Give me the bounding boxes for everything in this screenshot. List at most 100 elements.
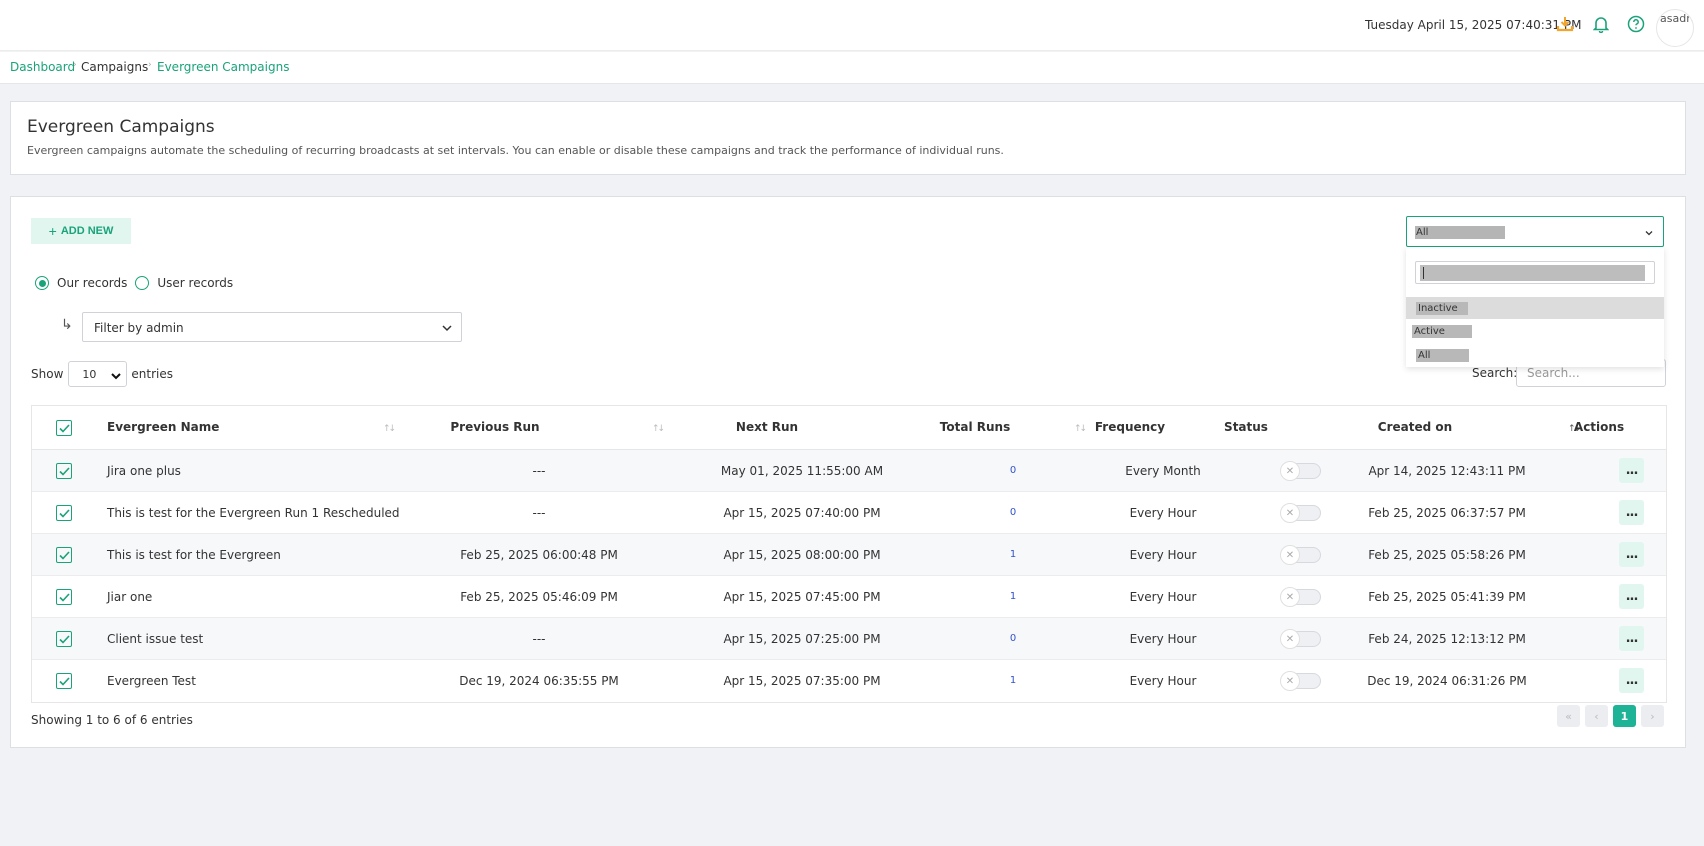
entries-label: entries <box>131 367 173 381</box>
cell-frequency: Every Hour <box>1129 590 1197 604</box>
table-header: Evergreen Name ↑↓ Previous Run ↑↓ Next R… <box>32 406 1666 450</box>
table-row: Jiar one Feb 25, 2025 05:46:09 PM Apr 15… <box>32 576 1666 618</box>
bell-icon[interactable] <box>1591 14 1611 34</box>
table-row: Jira one plus --- May 01, 2025 11:55:00 … <box>32 450 1666 492</box>
actions-button[interactable]: ... <box>1619 458 1644 483</box>
cell-frequency: Every Hour <box>1129 548 1197 562</box>
evergreen-table: Evergreen Name ↑↓ Previous Run ↑↓ Next R… <box>31 405 1667 703</box>
status-toggle[interactable]: ✕ <box>1280 587 1321 607</box>
cell-previous-run: --- <box>532 632 546 646</box>
status-toggle[interactable]: ✕ <box>1280 671 1321 691</box>
cell-created-on: Feb 25, 2025 06:37:57 PM <box>1368 506 1526 520</box>
breadcrumb-separator: › <box>148 60 152 70</box>
radio-user-records[interactable] <box>135 276 150 290</box>
table-row: This is test for the Evergreen Run 1 Res… <box>32 492 1666 534</box>
status-toggle[interactable]: ✕ <box>1280 461 1321 481</box>
cell-total-runs[interactable]: 1 <box>1010 675 1016 686</box>
toggle-off-icon: ✕ <box>1280 503 1300 523</box>
cell-created-on: Feb 25, 2025 05:41:39 PM <box>1368 590 1526 604</box>
show-label: Show <box>31 367 64 381</box>
cell-previous-run: Dec 19, 2024 06:35:55 PM <box>459 674 619 688</box>
status-toggle[interactable]: ✕ <box>1280 545 1321 565</box>
row-checkbox[interactable] <box>56 673 72 689</box>
chevron-down-icon <box>442 325 452 332</box>
cell-frequency: Every Hour <box>1129 506 1197 520</box>
select-all-checkbox[interactable] <box>56 420 72 436</box>
cell-name: Evergreen Test <box>107 674 196 688</box>
intro-card: Evergreen Campaigns Evergreen campaigns … <box>10 101 1686 175</box>
actions-button[interactable]: ... <box>1619 584 1644 609</box>
avatar[interactable]: asadro <box>1656 9 1694 47</box>
option-label: All <box>1416 349 1469 362</box>
status-option-active[interactable]: Active <box>1406 320 1664 342</box>
cell-name: Client issue test <box>107 632 204 646</box>
status-filter-select[interactable]: All <box>1406 216 1664 247</box>
filter-by-admin-select[interactable]: Filter by admin <box>82 312 462 342</box>
col-evergreen-name[interactable]: Evergreen Name <box>107 420 219 434</box>
first-page-button[interactable]: « <box>1557 705 1580 727</box>
toggle-off-icon: ✕ <box>1280 587 1300 607</box>
cell-total-runs[interactable]: 1 <box>1010 591 1016 602</box>
filter-by-admin-value: Filter by admin <box>94 321 184 335</box>
actions-button[interactable]: ... <box>1619 668 1644 693</box>
breadcrumb-dashboard[interactable]: Dashboard <box>10 60 75 74</box>
add-new-button[interactable]: + ADD NEW <box>31 218 131 244</box>
help-icon[interactable] <box>1626 14 1646 34</box>
cell-total-runs[interactable]: 0 <box>1010 465 1016 476</box>
breadcrumb-separator: › <box>73 60 77 70</box>
dropdown-search-input[interactable] <box>1415 261 1655 284</box>
row-checkbox[interactable] <box>56 631 72 647</box>
row-checkbox[interactable] <box>56 589 72 605</box>
col-total-runs[interactable]: Total Runs <box>940 420 1010 434</box>
sort-icon[interactable]: ↑↓ <box>652 424 665 434</box>
status-filter-dropdown: Inactive Active All <box>1406 247 1664 367</box>
download-icon[interactable] <box>1555 14 1575 34</box>
actions-button[interactable]: ... <box>1619 626 1644 651</box>
col-created-on[interactable]: Created on <box>1378 420 1452 434</box>
status-option-inactive[interactable]: Inactive <box>1406 297 1664 319</box>
table-row: Client issue test --- Apr 15, 2025 07:25… <box>32 618 1666 660</box>
cell-created-on: Dec 19, 2024 06:31:26 PM <box>1367 674 1527 688</box>
cell-previous-run: --- <box>532 506 546 520</box>
status-option-all[interactable]: All <box>1406 344 1664 366</box>
sort-icon[interactable]: ↑↓ <box>383 424 396 434</box>
cell-next-run: Apr 15, 2025 07:35:00 PM <box>723 674 881 688</box>
add-new-label: ADD NEW <box>60 225 114 237</box>
cell-total-runs[interactable]: 0 <box>1010 633 1016 644</box>
top-bar: Tuesday April 15, 2025 07:40:31 PM asadr… <box>0 0 1704 51</box>
col-previous-run[interactable]: Previous Run <box>450 420 539 434</box>
radio-our-records-label: Our records <box>57 276 128 290</box>
actions-button[interactable]: ... <box>1619 500 1644 525</box>
showing-entries-info: Showing 1 to 6 of 6 entries <box>31 713 193 727</box>
actions-button[interactable]: ... <box>1619 542 1644 567</box>
sort-icon[interactable]: ↑↓ <box>1074 424 1087 434</box>
cell-total-runs[interactable]: 1 <box>1010 549 1016 560</box>
cell-next-run: May 01, 2025 11:55:00 AM <box>720 464 884 478</box>
cell-name: Jira one plus <box>107 464 181 478</box>
previous-page-button[interactable]: ‹ <box>1585 705 1608 727</box>
radio-our-records[interactable] <box>35 276 49 290</box>
row-checkbox[interactable] <box>56 505 72 521</box>
status-toggle[interactable]: ✕ <box>1280 503 1321 523</box>
cell-created-on: Apr 14, 2025 12:43:11 PM <box>1368 464 1526 478</box>
entries-value: 10 <box>82 368 97 381</box>
cell-total-runs[interactable]: 0 <box>1010 507 1016 518</box>
row-checkbox[interactable] <box>56 547 72 563</box>
cell-frequency: Every Month <box>1125 464 1201 478</box>
status-toggle[interactable]: ✕ <box>1280 629 1321 649</box>
cell-name: This is test for the Evergreen Run 1 Res… <box>107 506 400 520</box>
chevron-down-icon <box>111 373 122 380</box>
col-frequency: Frequency <box>1094 420 1166 434</box>
cell-next-run: Apr 15, 2025 07:25:00 PM <box>723 632 881 646</box>
cell-next-run: Apr 15, 2025 08:00:00 PM <box>723 548 881 562</box>
col-status: Status <box>1224 420 1268 434</box>
breadcrumb-campaigns[interactable]: Campaigns <box>81 60 148 74</box>
page-button[interactable]: 1 <box>1613 705 1636 727</box>
table-row: This is test for the Evergreen Feb 25, 2… <box>32 534 1666 576</box>
entries-select[interactable]: 10 <box>68 361 128 387</box>
page-title: Evergreen Campaigns <box>27 117 215 137</box>
cell-previous-run: --- <box>532 464 546 478</box>
radio-user-records-label: User records <box>157 276 234 290</box>
next-page-button[interactable]: › <box>1641 705 1664 727</box>
row-checkbox[interactable] <box>56 463 72 479</box>
